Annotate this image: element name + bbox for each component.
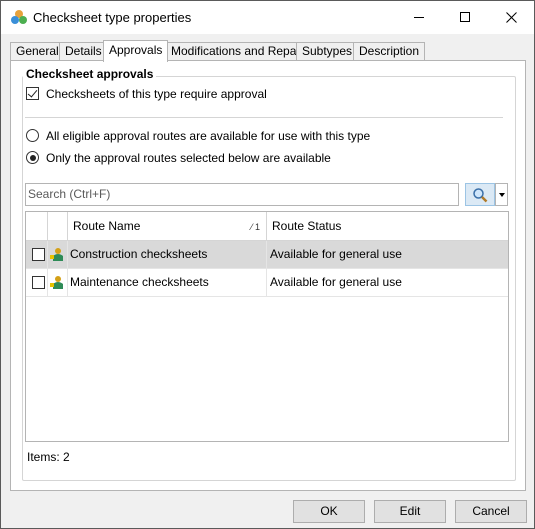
group-title: Checksheet approvals: [23, 67, 157, 81]
require-approval-checkbox[interactable]: [26, 87, 39, 100]
route-name-header-label: Route Name: [73, 219, 141, 233]
all-routes-label: All eligible approval routes are availab…: [46, 129, 371, 143]
row-checkbox[interactable]: [32, 276, 45, 289]
maximize-button[interactable]: [442, 1, 488, 33]
tab-details[interactable]: Details: [59, 42, 108, 61]
edit-button[interactable]: Edit: [374, 500, 446, 523]
route-name-cell: Construction checksheets: [68, 241, 267, 268]
header-route-status[interactable]: Route Status: [267, 212, 508, 240]
chevron-down-icon: [498, 192, 505, 197]
properties-dialog: Checksheet type properties General Detai…: [0, 0, 535, 529]
items-count: Items: 2: [27, 450, 70, 464]
window-title: Checksheet type properties: [33, 10, 192, 25]
grid-header: Route Name ⁄ 1 Route Status: [26, 212, 508, 241]
tab-general[interactable]: General: [10, 42, 65, 61]
tab-subtypes[interactable]: Subtypes: [296, 42, 359, 61]
row-icon-cell: [48, 241, 68, 268]
search-options-dropdown[interactable]: [495, 183, 508, 206]
app-icon: [11, 10, 27, 24]
selected-routes-radio[interactable]: [26, 151, 39, 164]
minimize-icon: [414, 16, 424, 18]
all-routes-radio[interactable]: [26, 129, 39, 142]
table-row[interactable]: Maintenance checksheets Available for ge…: [26, 269, 508, 297]
selected-routes-label: Only the approval routes selected below …: [46, 151, 331, 165]
ok-button[interactable]: OK: [293, 500, 365, 523]
routes-grid: Route Name ⁄ 1 Route Status Construction…: [25, 211, 509, 442]
row-check-cell: [26, 241, 48, 268]
search-icon: [473, 187, 488, 202]
route-status-cell: Available for general use: [270, 247, 402, 261]
cancel-button[interactable]: Cancel: [455, 500, 527, 523]
tab-description[interactable]: Description: [353, 42, 426, 61]
require-approval-label: Checksheets of this type require approva…: [46, 87, 267, 101]
header-check-column[interactable]: [26, 212, 48, 240]
approval-route-icon: [50, 276, 63, 289]
row-checkbox[interactable]: [32, 248, 45, 261]
search-input[interactable]: Search (Ctrl+F): [25, 183, 459, 206]
sort-order: 1: [254, 222, 260, 232]
row-check-cell: [26, 269, 48, 296]
title-bar[interactable]: Checksheet type properties: [1, 1, 534, 34]
search-button[interactable]: [465, 183, 495, 206]
header-icon-column[interactable]: [48, 212, 68, 240]
separator: [25, 117, 503, 118]
route-name-cell: Maintenance checksheets: [68, 269, 267, 296]
close-button[interactable]: [488, 1, 534, 33]
table-row[interactable]: Construction checksheets Available for g…: [26, 241, 508, 269]
minimize-button[interactable]: [396, 1, 442, 33]
header-route-name[interactable]: Route Name ⁄ 1: [68, 212, 267, 240]
tab-approvals[interactable]: Approvals: [103, 40, 169, 62]
approval-route-icon: [50, 248, 63, 261]
route-status-cell: Available for general use: [270, 275, 402, 289]
sort-indicator: ⁄ 1: [250, 222, 260, 232]
close-icon: [505, 11, 517, 23]
row-icon-cell: [48, 269, 68, 296]
tab-modifications-and-repairs[interactable]: Modifications and Repairs: [165, 42, 316, 61]
maximize-icon: [460, 12, 470, 22]
